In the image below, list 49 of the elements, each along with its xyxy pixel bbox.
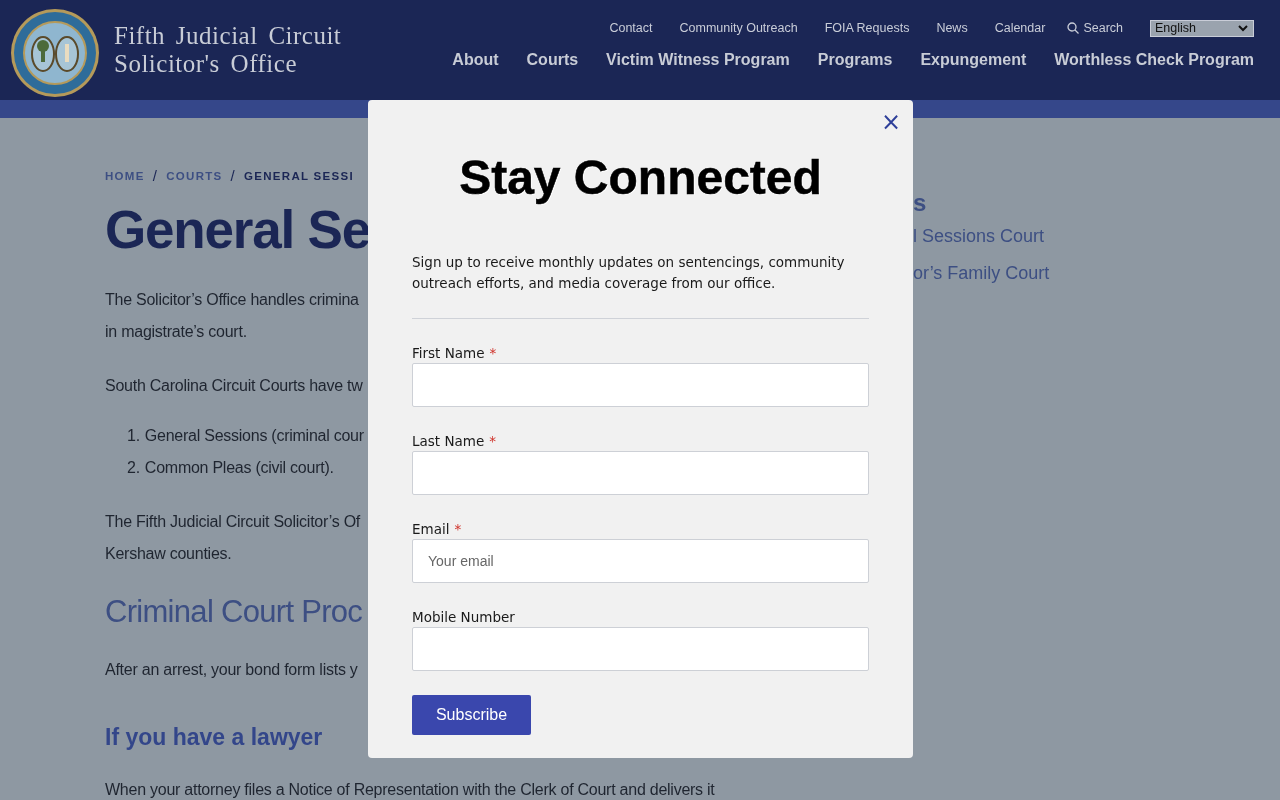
list-number: 2. — [127, 458, 140, 478]
paragraph: After an arrest, your bond form lists y — [105, 660, 358, 680]
required-mark: * — [454, 521, 462, 537]
input-field[interactable] — [412, 363, 869, 407]
subsection-heading: If you have a lawyer — [105, 723, 324, 752]
breadcrumb-separator: / — [152, 167, 159, 184]
breadcrumb-current[interactable]: GENERAL SESSI — [244, 169, 354, 182]
modal-intro: Sign up to receive monthly updates on sentencings, community outreach efforts, and media coverage from our office. — [412, 253, 846, 293]
search-icon — [1067, 22, 1080, 34]
modal-title: Stay Connected — [458, 150, 823, 206]
chevron-icon — [1238, 24, 1248, 32]
search-link[interactable]: Search — [1067, 21, 1123, 35]
list-item: Common Pleas (civil court). — [144, 458, 334, 478]
field-label: First Name — [412, 345, 485, 361]
nav-link[interactable]: Programs — [817, 51, 893, 69]
seal-logo[interactable] — [10, 7, 100, 98]
utility-link[interactable]: Calendar — [994, 21, 1046, 35]
site-subtitle[interactable]: Solicitor's Office — [114, 49, 342, 78]
paragraph: South Carolina Circuit Courts have tw — [105, 376, 363, 396]
field-label: Email — [412, 521, 450, 537]
nav-link[interactable]: Victim Witness Program — [606, 51, 790, 69]
utility-link[interactable]: FOIA Requests — [824, 21, 910, 35]
input-field[interactable] — [412, 451, 869, 495]
utility-link[interactable]: Contact — [609, 21, 653, 35]
utility-link[interactable]: Community Outreach — [679, 21, 798, 35]
required-mark: * — [489, 433, 496, 449]
required-mark: * — [489, 345, 497, 361]
paragraph: When your attorney files a Notice of Representation with the Clerk of Court and delivers it — [105, 780, 715, 800]
list-item: General Sessions (criminal cour — [144, 426, 364, 446]
paragraph: The Solicitor’s Office handles crimina in magistrate’s court. — [105, 290, 359, 342]
field-label: Mobile Number — [412, 609, 515, 625]
paragraph: The Fifth Judicial Circuit Solicitor’s Of Kershaw counties. — [105, 512, 360, 564]
list-number: 1. — [127, 426, 140, 446]
sidebar-heading: s — [913, 188, 928, 218]
language-select[interactable]: English — [1150, 19, 1254, 37]
field-label: Last Name — [412, 433, 485, 449]
site-title[interactable]: Fifth Judicial Circuit — [114, 21, 342, 50]
input-field[interactable]: Your email — [412, 539, 869, 583]
page-title: General Se — [105, 199, 368, 261]
close-button[interactable]: × — [876, 110, 905, 134]
section-heading: Criminal Court Proc — [105, 593, 364, 631]
input-field[interactable] — [412, 627, 869, 671]
nav-link[interactable]: Courts — [526, 51, 579, 69]
utility-link[interactable]: News — [936, 21, 968, 35]
nav-link[interactable]: Expungement — [920, 51, 1027, 69]
nav-link[interactable]: About — [452, 51, 499, 69]
subscribe-button[interactable]: Subscribe — [412, 695, 531, 735]
breadcrumb-separator: / — [230, 167, 236, 184]
nav-link[interactable]: Worthless Check Program — [1054, 51, 1254, 69]
